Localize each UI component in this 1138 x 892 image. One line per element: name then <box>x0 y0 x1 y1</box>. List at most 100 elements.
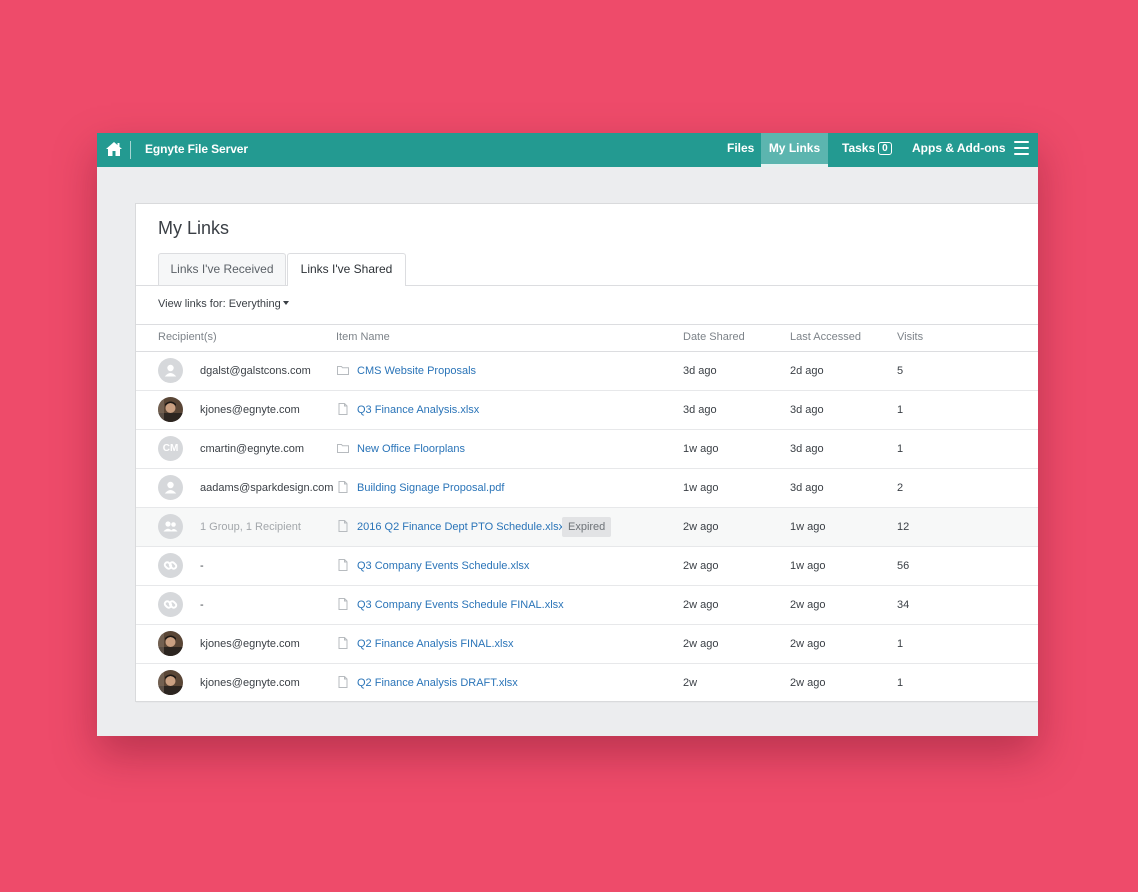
last-accessed: 3d ago <box>790 404 824 416</box>
file-icon <box>336 597 350 611</box>
page-title: My Links <box>158 218 230 238</box>
my-links-panel: My Links Links I've Received Links I've … <box>135 203 1038 703</box>
links-table: Recipient(s) Item Name Date Shared Last … <box>136 324 1038 703</box>
nav-tasks[interactable]: Tasks 0 <box>842 133 892 167</box>
person-avatar-icon <box>158 475 183 500</box>
nav-apps[interactable]: Apps & Add-ons <box>912 133 1006 167</box>
recipient: kjones@egnyte.com <box>200 404 300 416</box>
visits-count: 1 <box>897 404 904 416</box>
header-last-accessed[interactable]: Last Accessed <box>790 331 861 343</box>
visits-count: 12 <box>897 521 910 533</box>
date-shared: 2w ago <box>683 521 719 533</box>
expired-badge: Expired <box>562 517 612 537</box>
visits-count: 2 <box>897 482 904 494</box>
item-name-link[interactable]: Q3 Company Events Schedule.xlsx <box>357 560 529 572</box>
app-window: Egnyte File Server Files My Links Tasks 0… <box>97 133 1038 736</box>
nav-my-links[interactable]: My Links <box>761 133 828 167</box>
last-accessed: 3d ago <box>790 443 824 455</box>
visits-count: 34 <box>897 599 910 611</box>
filter-label: View links for: Everything <box>158 298 281 310</box>
visits-count: 1 <box>897 638 904 650</box>
header-visits[interactable]: Visits <box>897 331 923 343</box>
recipient: kjones@egnyte.com <box>200 638 300 650</box>
group-avatar-icon <box>158 514 183 539</box>
table-row[interactable]: dgalst@galstcons.com CMS Website Proposal… <box>136 352 1038 391</box>
initials-avatar: CM <box>158 436 183 461</box>
recipient: - <box>200 599 204 611</box>
last-accessed: 1w ago <box>790 521 826 533</box>
file-icon <box>336 519 350 533</box>
item-name-link[interactable]: 2016 Q2 Finance Dept PTO Schedule.xlsx <box>357 521 564 533</box>
recipient: 1 Group, 1 Recipient <box>200 521 301 533</box>
file-icon <box>336 558 350 572</box>
avatar <box>158 631 183 656</box>
table-row[interactable]: aadams@sparkdesign.com Building Signage P… <box>136 469 1038 508</box>
last-accessed: 3d ago <box>790 482 824 494</box>
item-name-link[interactable]: Q2 Finance Analysis FINAL.xlsx <box>357 638 514 650</box>
item-name-link[interactable]: Building Signage Proposal.pdf <box>357 482 504 494</box>
item-name-link[interactable]: New Office Floorplans <box>357 443 465 455</box>
date-shared: 2w <box>683 677 698 689</box>
last-accessed: 2d ago <box>790 365 824 377</box>
caret-down-icon <box>282 301 289 305</box>
person-avatar-icon <box>158 358 183 383</box>
table-row[interactable]: 1 Group, 1 Recipient 2016 Q2 Finance Dept… <box>136 508 1038 547</box>
item-name-link[interactable]: Q2 Finance Analysis DRAFT.xlsx <box>357 677 518 689</box>
date-shared: 3d ago <box>683 365 717 377</box>
tab-bar: Links I've Received Links I've Shared <box>136 253 1038 286</box>
last-accessed: 2w ago <box>790 599 826 611</box>
table-row[interactable]: - Q3 Company Events Schedule FINAL.xlsx 2w… <box>136 586 1038 625</box>
table-row[interactable]: - Q3 Company Events Schedule.xlsx 2w ago 1w… <box>136 547 1038 586</box>
recipient: aadams@sparkdesign.com <box>200 482 334 494</box>
date-shared: 2w ago <box>683 599 719 611</box>
header-recipients[interactable]: Recipient(s) <box>158 331 217 343</box>
recipient: dgalst@galstcons.com <box>200 365 311 377</box>
link-avatar-icon <box>158 553 183 578</box>
item-name-link[interactable]: Q3 Finance Analysis.xlsx <box>357 404 479 416</box>
header-item-name[interactable]: Item Name <box>336 331 390 343</box>
nav-files[interactable]: Files <box>727 133 754 167</box>
file-icon <box>336 402 350 416</box>
recipient: kjones@egnyte.com <box>200 677 300 689</box>
visits-count: 1 <box>897 677 904 689</box>
tasks-count-badge: 0 <box>878 142 892 155</box>
last-accessed: 1w ago <box>790 560 826 572</box>
last-accessed: 2w ago <box>790 638 826 650</box>
table-header: Recipient(s) Item Name Date Shared Last … <box>136 324 1038 352</box>
avatar <box>158 670 183 695</box>
home-icon[interactable] <box>105 140 123 158</box>
menu-icon[interactable] <box>1014 141 1029 155</box>
date-shared: 1w ago <box>683 443 719 455</box>
avatar <box>158 397 183 422</box>
header-date-shared[interactable]: Date Shared <box>683 331 745 343</box>
date-shared: 2w ago <box>683 560 719 572</box>
visits-count: 56 <box>897 560 910 572</box>
tab-links-shared[interactable]: Links I've Shared <box>287 253 406 286</box>
nav-divider <box>130 141 131 159</box>
visits-count: 1 <box>897 443 904 455</box>
item-name-link[interactable]: CMS Website Proposals <box>357 365 476 377</box>
brand-name[interactable]: Egnyte File Server <box>145 142 248 156</box>
date-shared: 1w ago <box>683 482 719 494</box>
date-shared: 2w ago <box>683 638 719 650</box>
tab-links-received[interactable]: Links I've Received <box>158 253 286 285</box>
folder-icon <box>336 441 350 455</box>
recipient: cmartin@egnyte.com <box>200 443 305 455</box>
table-row[interactable]: kjones@egnyte.com Q2 Finance Analysis DRA… <box>136 664 1038 703</box>
top-navbar: Egnyte File Server Files My Links Tasks 0… <box>97 133 1038 167</box>
file-icon <box>336 636 350 650</box>
visits-count: 5 <box>897 365 904 377</box>
file-icon <box>336 480 350 494</box>
table-body: dgalst@galstcons.com CMS Website Proposal… <box>136 352 1038 703</box>
date-shared: 3d ago <box>683 404 717 416</box>
item-name-link[interactable]: Q3 Company Events Schedule FINAL.xlsx <box>357 599 564 611</box>
recipient: - <box>200 560 204 572</box>
avatar-initials: CM <box>162 443 179 454</box>
last-accessed: 2w ago <box>790 677 826 689</box>
table-row[interactable]: kjones@egnyte.com Q2 Finance Analysis FIN… <box>136 625 1038 664</box>
nav-tasks-label: Tasks <box>842 141 876 155</box>
table-row[interactable]: CM cmartin@egnyte.com New Office Floorplan… <box>136 430 1038 469</box>
folder-icon <box>336 363 350 377</box>
view-links-filter[interactable]: View links for: Everything <box>158 298 289 310</box>
table-row[interactable]: kjones@egnyte.com Q3 Finance Analysis.xls… <box>136 391 1038 430</box>
